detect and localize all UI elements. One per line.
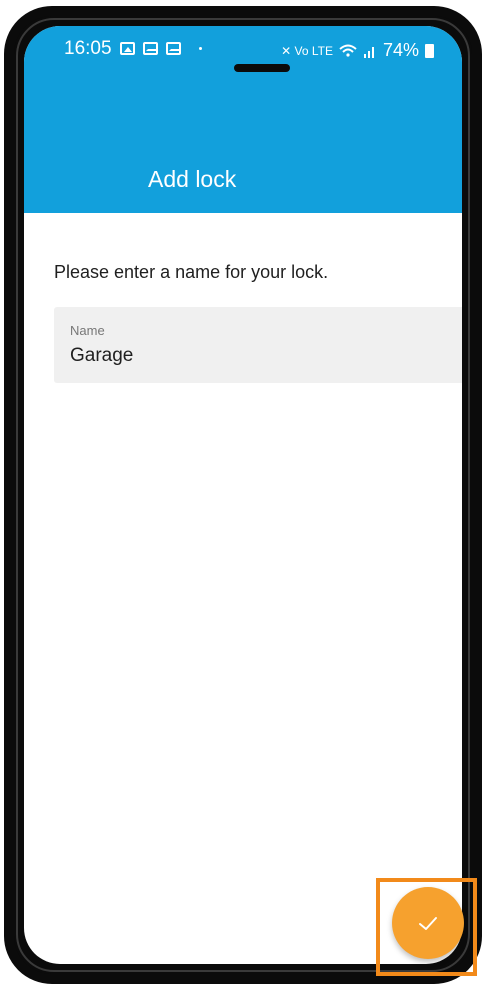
phone-frame: 16:05 ✕ Vo LTE 74% Add lock Please enter… [4,6,482,984]
page-title: Add lock [148,166,237,192]
mail-icon [143,42,158,55]
confirm-button[interactable] [392,887,464,959]
screen: 16:05 ✕ Vo LTE 74% Add lock Please enter… [24,26,462,964]
name-input[interactable]: Name Garage [54,307,462,383]
signal-icon [363,46,374,58]
more-notifications-dot-icon [199,47,202,50]
status-time: 16:05 [64,38,112,59]
notification-icons [120,42,202,55]
wifi-icon [339,44,357,57]
camera-notch [234,64,290,72]
system-icons: ✕ Vo LTE 74% [281,40,434,61]
network-status-icons: ✕ Vo LTE [281,43,333,58]
check-icon [419,917,437,930]
status-bar: 16:05 ✕ Vo LTE 74% [24,26,462,72]
battery-percent: 74% [382,40,419,60]
name-input-value[interactable]: Garage [70,345,133,367]
battery-icon [425,43,434,58]
instruction-text: Please enter a name for your lock. [54,262,329,282]
name-input-label: Name [70,323,105,338]
app-header: 16:05 ✕ Vo LTE 74% Add lock [24,26,462,213]
image-icon [120,42,135,55]
mail-outline-icon [166,42,181,55]
